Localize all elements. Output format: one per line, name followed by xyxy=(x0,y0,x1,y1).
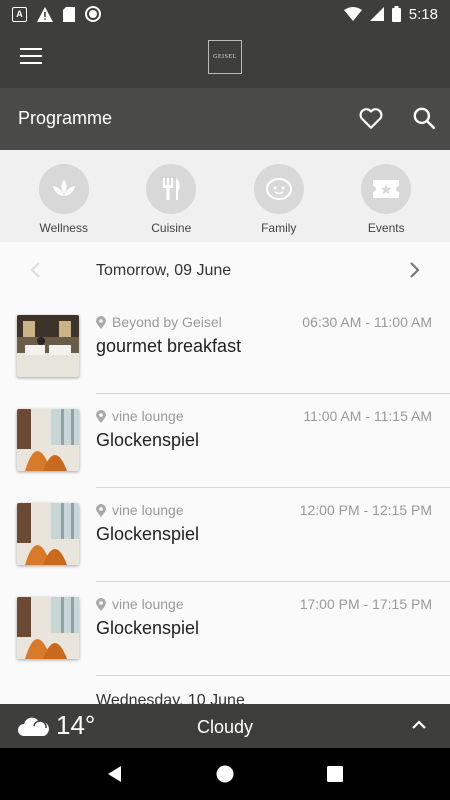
location-pin-icon xyxy=(96,597,106,611)
location-pin-icon xyxy=(96,409,106,423)
category-wellness[interactable]: Wellness xyxy=(24,150,104,242)
previous-day-arrow-icon[interactable] xyxy=(26,260,46,280)
location-pin-icon xyxy=(96,503,106,517)
lotus-icon xyxy=(38,164,89,214)
programme-list: Beyond by Geisel 06:30 AM - 11:00 AM gou… xyxy=(0,300,450,709)
weather-condition: Cloudy xyxy=(196,717,254,737)
event-location: vine lounge xyxy=(96,502,184,518)
category-label: Cuisine xyxy=(151,221,192,235)
event-time: 12:00 PM - 12:15 PM xyxy=(299,502,432,518)
glockenspiel-thumbnail xyxy=(17,597,79,659)
location-pin-icon xyxy=(96,315,106,329)
event-time: 06:30 AM - 11:00 AM xyxy=(302,314,432,330)
category-label: Wellness xyxy=(39,221,88,235)
wifi-icon xyxy=(343,7,362,21)
list-item[interactable]: vine lounge 17:00 PM - 17:15 PM Glockens… xyxy=(0,582,450,676)
category-bar: Wellness Cuisine Family Events xyxy=(0,150,450,242)
chevron-up-icon[interactable] xyxy=(410,716,428,734)
warning-icon xyxy=(37,6,53,22)
next-day-arrow-icon[interactable] xyxy=(404,260,424,280)
child-face-icon xyxy=(253,164,304,214)
date-navigation: Tomorrow, 09 June xyxy=(0,242,450,300)
event-time: 17:00 PM - 17:15 PM xyxy=(299,596,432,612)
category-family[interactable]: Family xyxy=(239,150,319,242)
signal-icon xyxy=(369,7,384,21)
home-circle-icon xyxy=(216,765,234,783)
cutlery-icon xyxy=(146,164,197,214)
category-cuisine[interactable]: Cuisine xyxy=(131,150,211,242)
back-triangle-icon xyxy=(108,766,121,782)
menu-icon[interactable] xyxy=(20,48,42,66)
clock: 5:18 xyxy=(408,5,438,23)
event-location: vine lounge xyxy=(96,596,184,612)
battery-icon xyxy=(391,6,401,22)
event-time: 11:00 AM - 11:15 AM xyxy=(303,408,432,424)
event-title: gourmet breakfast xyxy=(96,336,242,356)
event-location: Beyond by Geisel xyxy=(96,314,222,330)
current-date: Tomorrow, 09 June xyxy=(96,262,232,279)
record-icon xyxy=(85,6,101,22)
page-title: Programme xyxy=(18,108,113,128)
programme-toolbar: Programme xyxy=(0,88,450,150)
status-bar: A 5:18 xyxy=(0,0,450,28)
list-item[interactable]: vine lounge 11:00 AM - 11:15 AM Glockens… xyxy=(0,394,450,488)
breakfast-thumbnail xyxy=(17,315,79,377)
category-label: Events xyxy=(367,221,405,235)
recents-button[interactable] xyxy=(320,759,350,789)
a-icon: A xyxy=(12,6,27,22)
event-title: Glockenspiel xyxy=(96,618,200,638)
home-button[interactable] xyxy=(210,759,240,789)
heart-icon[interactable] xyxy=(358,105,384,131)
list-item[interactable]: Beyond by Geisel 06:30 AM - 11:00 AM gou… xyxy=(0,300,450,394)
recents-square-icon xyxy=(327,766,343,782)
list-item[interactable]: vine lounge 12:00 PM - 12:15 PM Glockens… xyxy=(0,488,450,582)
event-title: Glockenspiel xyxy=(96,524,200,544)
system-navigation-bar xyxy=(0,748,450,800)
category-events[interactable]: Events xyxy=(346,150,426,242)
event-title: Glockenspiel xyxy=(96,430,200,450)
app-bar: GEISEL xyxy=(0,28,450,88)
sd-card-icon xyxy=(63,6,75,22)
back-button[interactable] xyxy=(100,759,130,789)
event-location: vine lounge xyxy=(96,408,184,424)
ticket-icon xyxy=(361,164,412,214)
divider xyxy=(96,675,450,676)
category-label: Family xyxy=(261,221,297,235)
weather-bar[interactable]: 14° Cloudy xyxy=(0,704,450,748)
glockenspiel-thumbnail xyxy=(17,503,79,565)
search-icon[interactable] xyxy=(411,105,437,131)
glockenspiel-thumbnail xyxy=(17,409,79,471)
geisel-logo: GEISEL xyxy=(208,40,242,74)
